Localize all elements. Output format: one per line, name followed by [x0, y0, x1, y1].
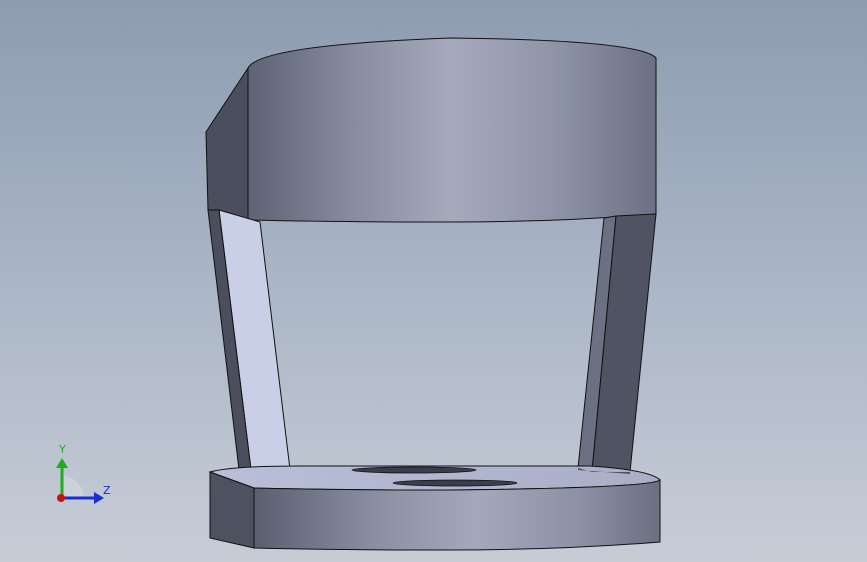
cad-viewport[interactable]: Y Z — [0, 0, 867, 562]
y-axis-label: Y — [59, 443, 66, 456]
top-band-front-face — [247, 37, 657, 223]
base-slot-lower — [392, 479, 518, 487]
base-slot-upper — [351, 466, 477, 474]
top-band-side-face — [205, 66, 249, 221]
3d-model[interactable] — [0, 0, 867, 562]
y-axis-arrow-icon — [56, 458, 68, 468]
base-front-face — [253, 478, 661, 551]
reference-triad: Y Z — [40, 440, 120, 510]
triad-graphic — [56, 458, 104, 504]
x-axis-dot-icon — [57, 494, 65, 502]
z-axis-label: Z — [103, 484, 111, 497]
